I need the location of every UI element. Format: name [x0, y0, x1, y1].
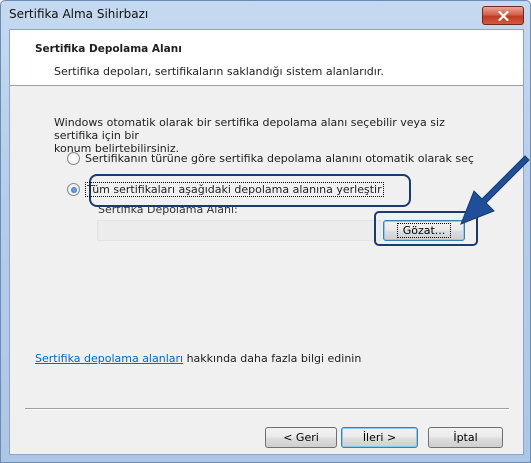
store-info-link[interactable]: Sertifika depolama alanları — [35, 352, 183, 365]
place-all-radio[interactable] — [67, 183, 80, 196]
divider — [25, 408, 509, 410]
next-button[interactable]: İleri > — [341, 427, 418, 448]
browse-button[interactable]: Gözat... — [383, 220, 465, 241]
close-icon — [497, 10, 509, 21]
wizard-content: Sertifika Depolama Alanı Sertifika depol… — [9, 29, 524, 455]
wizard-header: Sertifika Depolama Alanı Sertifika depol… — [10, 30, 523, 86]
store-field[interactable] — [97, 220, 381, 241]
info-rest-text: hakkında daha fazla bilgi edinin — [183, 352, 362, 365]
page-description: Sertifika depoları, sertifikaların sakla… — [54, 65, 384, 78]
store-label: Sertifika Depolama Alanı: — [98, 203, 238, 216]
auto-select-label: Sertifikanın türüne göre sertifika depol… — [85, 152, 474, 165]
place-all-option[interactable]: Tüm sertifikaları aşağıdaki depolama ala… — [67, 182, 384, 197]
intro-text: Windows otomatik olarak bir sertifika de… — [54, 116, 474, 155]
auto-select-radio[interactable] — [67, 152, 80, 165]
intro-line-1: Windows otomatik olarak bir sertifika de… — [54, 116, 445, 142]
window-title: Sertifika Alma Sihirbazı — [9, 7, 149, 21]
browse-button-label: Gözat... — [396, 223, 452, 238]
cancel-button[interactable]: İptal — [428, 427, 503, 448]
place-all-label: Tüm sertifikaları aşağıdaki depolama ala… — [85, 182, 384, 197]
page-title: Sertifika Depolama Alanı — [35, 43, 182, 55]
auto-select-option[interactable]: Sertifikanın türüne göre sertifika depol… — [67, 152, 474, 165]
back-button[interactable]: < Geri — [265, 427, 337, 448]
close-button[interactable] — [482, 6, 524, 25]
wizard-window: Sertifika Alma Sihirbazı Sertifika Depol… — [0, 0, 531, 463]
title-bar: Sertifika Alma Sihirbazı — [1, 1, 530, 29]
pointer-arrow-icon — [460, 155, 530, 225]
info-text: Sertifika depolama alanları hakkında dah… — [35, 352, 361, 365]
